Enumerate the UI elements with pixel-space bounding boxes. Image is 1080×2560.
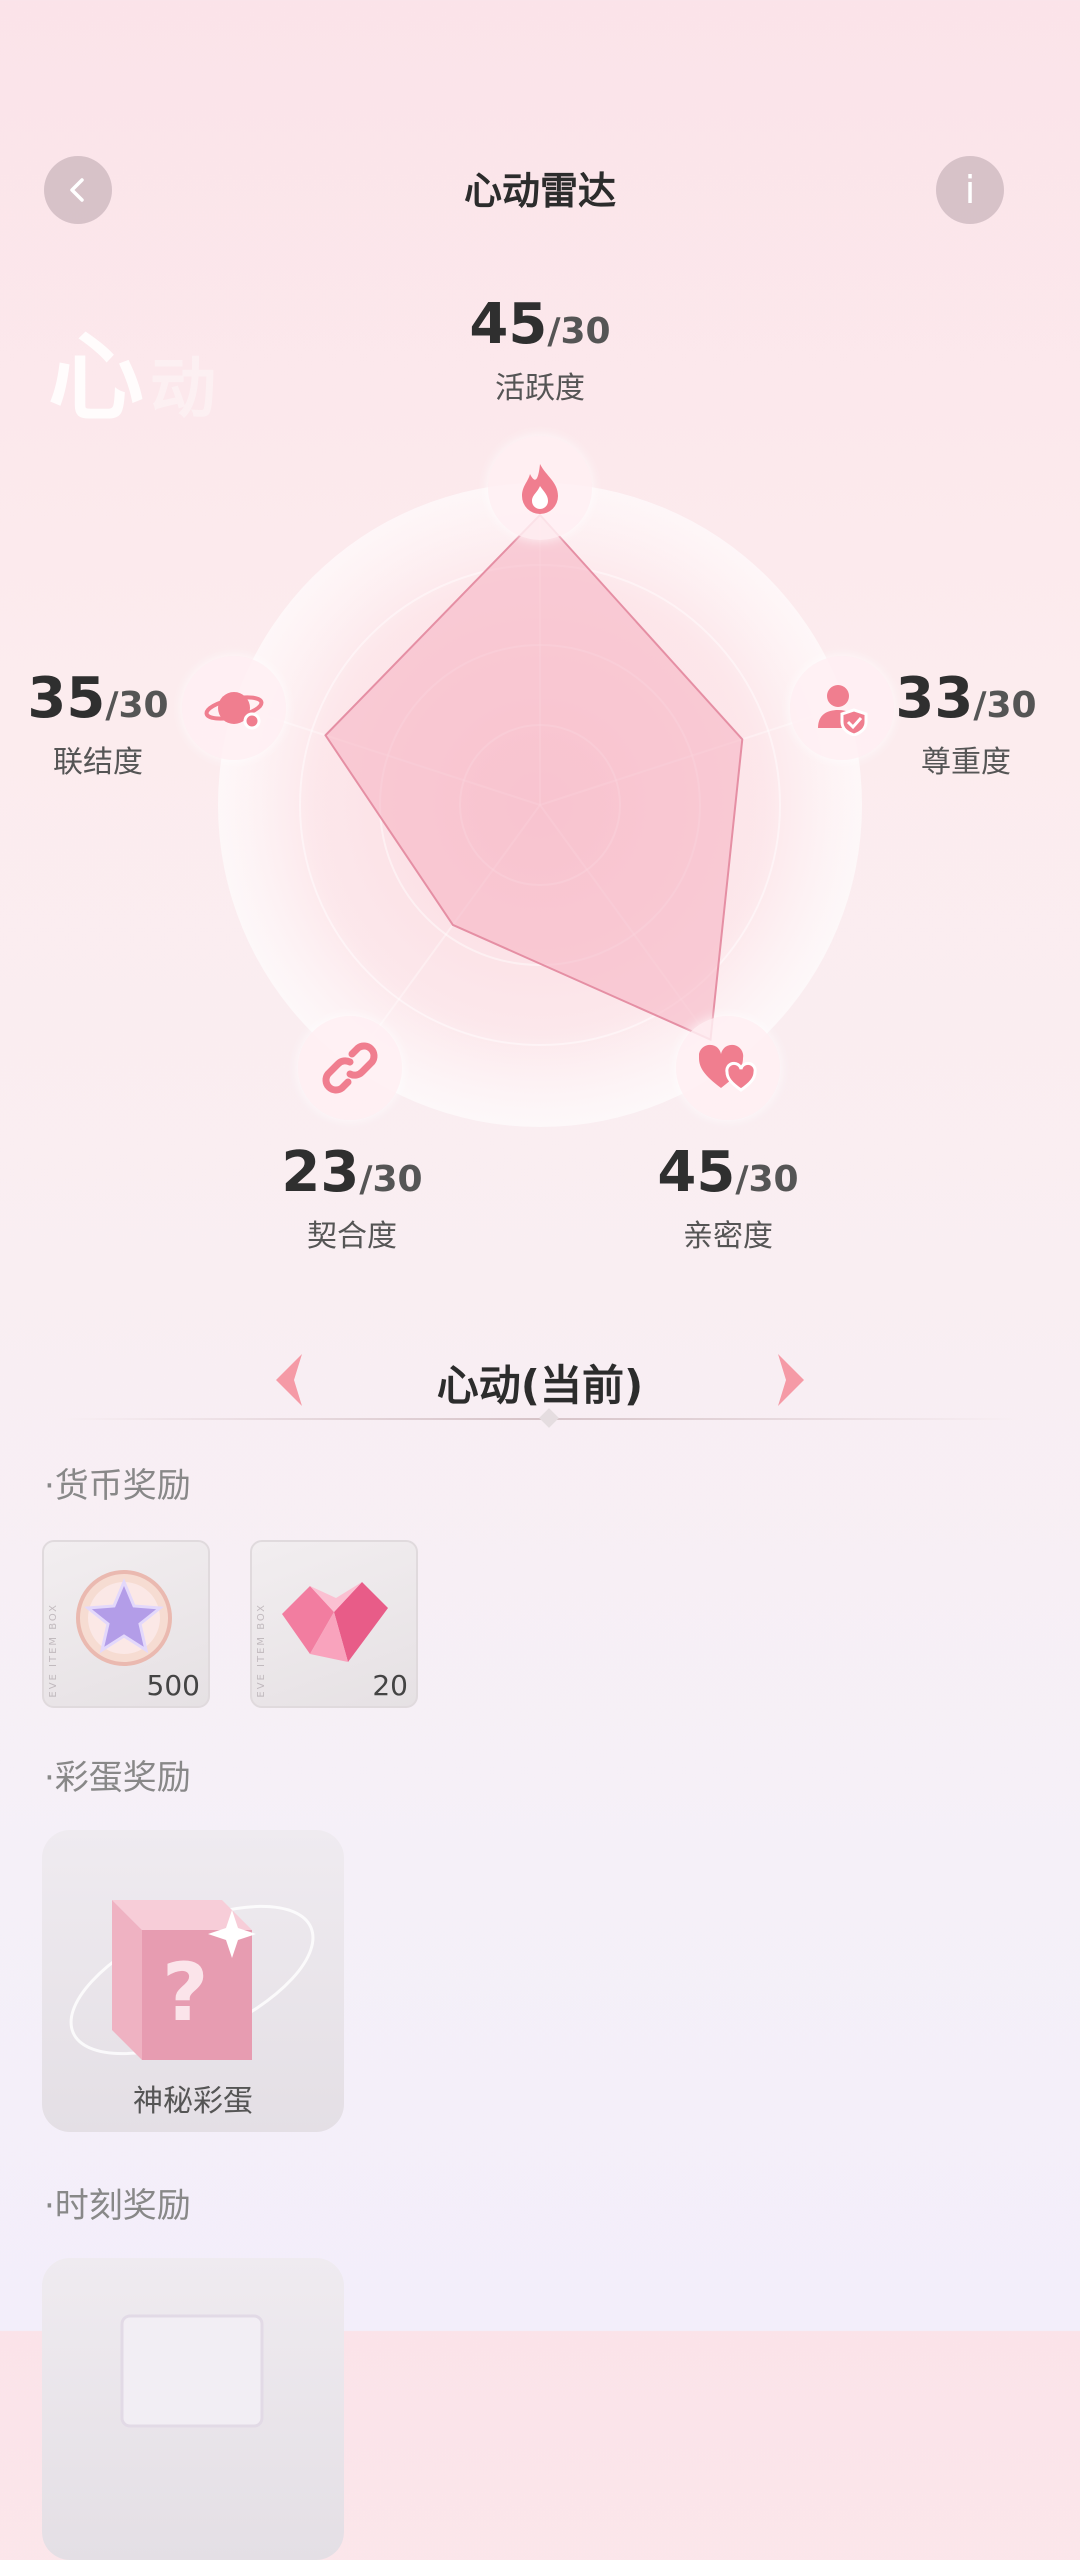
stat-value: 45 (657, 1140, 736, 1205)
activity-node[interactable] (488, 436, 592, 540)
link-icon (322, 1042, 378, 1094)
stat-label: 契合度 (307, 1219, 397, 1254)
stat-activity: 45/30 活跃度 (420, 292, 660, 407)
stat-label: 活跃度 (495, 371, 585, 406)
section-title-currency: ·货币奖励 (44, 1466, 191, 1506)
hearts-icon (699, 1044, 757, 1092)
stat-value: 23 (281, 1140, 360, 1205)
stat-value: 35 (27, 666, 106, 731)
stat-max: /30 (547, 311, 611, 352)
stat-label: 联结度 (53, 745, 143, 780)
radar-chart (218, 483, 862, 1127)
reward-item[interactable]: EVE ITEM BOX 500 (42, 1540, 210, 1708)
stat-respect: 33/30 尊重度 (846, 666, 1080, 781)
item-caption: 神秘彩蛋 (133, 2084, 253, 2119)
reward-item[interactable] (42, 2258, 344, 2560)
stat-max: /30 (105, 685, 169, 726)
intimacy-node[interactable] (676, 1016, 780, 1120)
section-title-moment: ·时刻奖励 (44, 2186, 191, 2226)
stat-label: 尊重度 (921, 745, 1011, 780)
item-count: 500 (146, 1669, 200, 1702)
fit-node[interactable] (298, 1016, 402, 1120)
stat-label: 亲密度 (683, 1219, 773, 1254)
item-count: 20 (372, 1669, 408, 1702)
arrow-right-icon (778, 1354, 804, 1406)
stat-intimacy: 45/30 亲密度 (608, 1140, 848, 1255)
moment-card-icon (120, 2314, 264, 2428)
stat-max: /30 (973, 685, 1037, 726)
level-title: 心动(当前) (436, 1361, 644, 1410)
stat-value: 33 (895, 666, 974, 731)
stat-connection: 35/30 联结度 (0, 666, 218, 781)
stat-max: /30 (735, 1159, 799, 1200)
stat-max: /30 (359, 1159, 423, 1200)
flame-icon (522, 464, 558, 514)
svg-text:?: ? (162, 1946, 208, 2039)
stat-fit: 23/30 契合度 (232, 1140, 472, 1255)
section-title-easter-egg: ·彩蛋奖励 (44, 1758, 191, 1798)
reward-item[interactable]: EVE ITEM BOX 20 (250, 1540, 418, 1708)
reward-item[interactable]: ? 神秘彩蛋 (42, 1830, 344, 2132)
stat-value: 45 (469, 292, 548, 357)
